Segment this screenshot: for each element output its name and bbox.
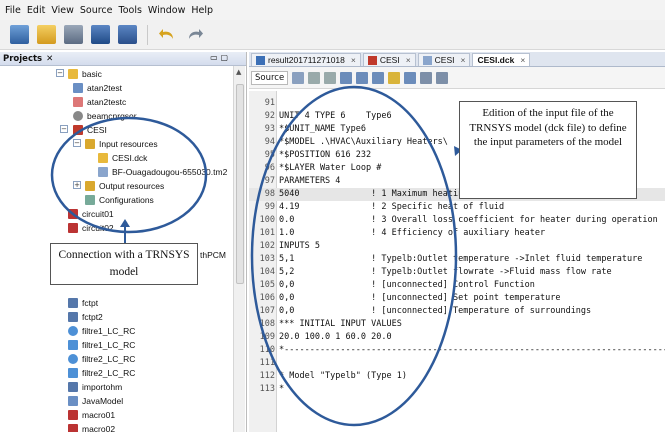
annotation-ellipse-right <box>250 85 458 427</box>
annotation-callout-right: Edition of the input file of the TRNSYS … <box>459 101 637 199</box>
annotation-ellipse-left <box>50 116 208 234</box>
arrow-head-icon <box>120 219 130 227</box>
annotation-overlay <box>50 85 485 427</box>
annotation-callout-left: Connection with a TRNSYS model <box>50 243 198 285</box>
